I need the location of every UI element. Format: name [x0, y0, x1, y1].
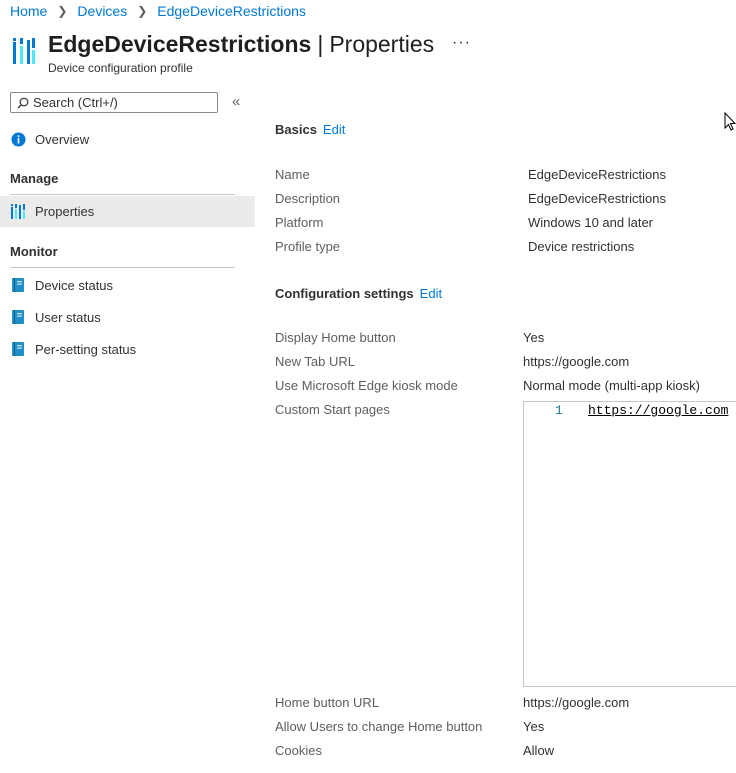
config-heading: Configuration settings Edit: [275, 286, 442, 301]
setting-label: Cookies: [275, 743, 322, 758]
book-icon: [10, 341, 26, 357]
setting-label: Use Microsoft Edge kiosk mode: [275, 378, 458, 393]
setting-value: https://google.com: [523, 695, 630, 710]
properties-icon: [10, 203, 26, 220]
setting-label: Display Home button: [275, 330, 396, 345]
book-icon: [10, 277, 26, 293]
basics-title: Basics: [275, 122, 317, 137]
setting-label: Home button URL: [275, 695, 380, 710]
monitor-heading: Monitor: [10, 244, 58, 259]
breadcrumb: Home ❯ Devices ❯ EdgeDeviceRestrictions: [10, 3, 306, 19]
setting-label: Allow Users to change Home button: [275, 719, 483, 734]
page-name: Properties: [329, 31, 435, 57]
title-separator: |: [317, 31, 324, 57]
breadcrumb-profile[interactable]: EdgeDeviceRestrictions: [157, 3, 306, 19]
manage-heading: Manage: [10, 171, 59, 186]
book-icon: [10, 309, 26, 325]
page-title: EdgeDeviceRestrictions | Properties: [48, 31, 434, 58]
setting-label: Custom Start pages: [275, 402, 390, 417]
more-options-button[interactable]: ···: [452, 34, 471, 52]
setting-label: New Tab URL: [275, 354, 355, 369]
sidebar-item-device-status[interactable]: Device status: [0, 270, 255, 300]
divider: [10, 267, 235, 268]
page-subtitle: Device configuration profile: [48, 61, 193, 75]
config-edit-link[interactable]: Edit: [420, 286, 442, 301]
sidebar-item-label: Per-setting status: [35, 341, 137, 357]
sidebar-item-label: Properties: [35, 204, 95, 219]
basics-profile-type-value: Device restrictions: [528, 239, 635, 254]
collapse-sidebar-button[interactable]: «: [232, 93, 240, 110]
properties-icon: [12, 36, 36, 66]
sidebar-item-user-status[interactable]: User status: [0, 302, 255, 332]
basics-heading: Basics Edit: [275, 122, 345, 137]
search-input[interactable]: [33, 95, 203, 110]
setting-value: Allow: [523, 743, 555, 758]
profile-name: EdgeDeviceRestrictions: [48, 31, 312, 57]
setting-value: Normal mode (multi-app kiosk): [523, 378, 700, 393]
setting-value: Yes: [523, 330, 545, 345]
search-icon: [17, 97, 29, 108]
editor-line-text[interactable]: https://google.com: [588, 403, 728, 418]
basics-name-value: EdgeDeviceRestrictions: [528, 167, 667, 182]
basics-platform-label: Platform: [275, 215, 324, 230]
mouse-cursor-icon: [724, 111, 736, 136]
basics-edit-link[interactable]: Edit: [323, 122, 345, 137]
basics-profile-type-label: Profile type: [275, 239, 341, 254]
config-title: Configuration settings: [275, 286, 414, 301]
sidebar-item-properties[interactable]: Properties: [0, 196, 255, 227]
divider: [10, 194, 235, 195]
sidebar-item-overview[interactable]: Overview: [0, 124, 255, 154]
info-icon: [10, 131, 26, 147]
basics-name-label: Name: [275, 167, 310, 182]
custom-start-pages-editor[interactable]: [523, 401, 736, 687]
editor-line-number: 1: [555, 403, 563, 418]
sidebar-item-per-setting-status[interactable]: Per-setting status: [0, 334, 255, 364]
basics-description-label: Description: [275, 191, 341, 206]
search-box[interactable]: [10, 92, 218, 113]
setting-value: https://google.com: [523, 354, 630, 369]
sidebar-item-label: Overview: [35, 131, 90, 147]
basics-description-value: EdgeDeviceRestrictions: [528, 191, 667, 206]
sidebar-item-label: User status: [35, 309, 101, 325]
chevron-right-icon: ❯: [57, 4, 68, 18]
breadcrumb-devices[interactable]: Devices: [77, 3, 127, 19]
setting-value: Yes: [523, 719, 545, 734]
chevron-right-icon: ❯: [137, 4, 148, 18]
breadcrumb-home[interactable]: Home: [10, 3, 47, 19]
basics-platform-value: Windows 10 and later: [528, 215, 654, 230]
sidebar-item-label: Device status: [35, 277, 114, 293]
